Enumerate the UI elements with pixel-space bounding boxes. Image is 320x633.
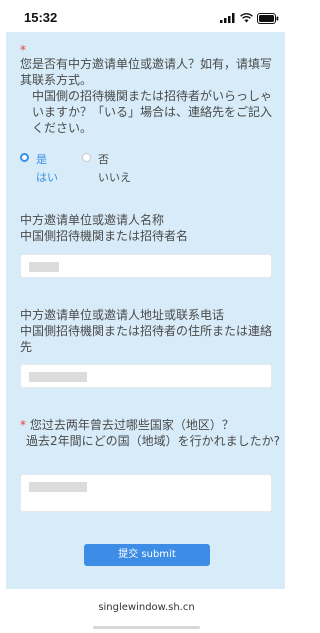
question-countries-zh: 您过去两年曾去过哪些国家（地区）？ <box>29 418 234 432</box>
input-placeholder <box>29 372 87 382</box>
question-invitation-ja: 中国側の招待機関または招待者がいらっしゃいますか？「いる」場合は、連絡先をご記入… <box>32 89 273 135</box>
radio-selected-icon[interactable] <box>20 153 29 162</box>
radio-yes-label-zh: 是 <box>36 153 47 166</box>
radio-unselected-icon[interactable] <box>82 153 91 162</box>
home-indicator <box>93 626 200 629</box>
status-time: 15:32 <box>24 10 58 25</box>
input-placeholder <box>29 262 59 272</box>
browser-bar: singlewindow.sh.cn <box>0 590 293 633</box>
form-panel: * 您是否有中方邀请单位或邀请人？如有，请填写其联系方式。 中国側の招待機関また… <box>6 32 285 589</box>
status-bar: 15:32 <box>0 0 293 34</box>
inviter-contact-input[interactable] <box>20 364 272 388</box>
question-countries-visited: * 您过去两年曾去过哪些国家（地区）？ 過去2年間にどの国（地域）を行かれました… <box>20 417 282 449</box>
question-inviter-name-ja: 中国側招待機関または招待者名 <box>20 229 189 243</box>
question-inviter-name-zh: 中方邀请单位或邀请人名称 <box>20 213 165 227</box>
submit-button[interactable]: 提交 submit <box>84 544 210 566</box>
status-icons <box>220 12 279 24</box>
radio-no-label-zh: 否 <box>98 153 109 166</box>
input-placeholder <box>29 482 87 492</box>
wifi-icon <box>240 13 253 23</box>
question-inviter-contact-zh: 中方邀请单位或邀请人地址或联系电话 <box>20 308 225 322</box>
inviter-name-input[interactable] <box>20 254 272 278</box>
question-inviter-contact-ja: 中国側招待機関または招待者の住所または連絡先 <box>20 324 273 354</box>
question-invitation: * 您是否有中方邀请单位或邀请人？如有，请填写其联系方式。 中国側の招待機関また… <box>20 42 282 136</box>
required-mark: * <box>20 418 26 432</box>
battery-icon <box>257 12 279 24</box>
countries-visited-input[interactable] <box>20 474 272 512</box>
question-countries-ja: 過去2年間にどの国（地域）を行かれましたか? <box>26 434 281 448</box>
radio-yes-label-ja: はい <box>36 171 58 184</box>
signal-icon <box>220 13 235 23</box>
question-inviter-contact: 中方邀请单位或邀请人地址或联系电话 中国側招待機関または招待者の住所または連絡先 <box>20 307 282 355</box>
radio-no-label-ja: いいえ <box>98 171 131 184</box>
url-bar[interactable]: singlewindow.sh.cn <box>0 602 293 613</box>
invitation-radio-group: 是 はい 否 いいえ <box>20 151 282 187</box>
question-inviter-name: 中方邀请单位或邀请人名称 中国側招待機関または招待者名 <box>20 212 282 244</box>
question-invitation-zh: 您是否有中方邀请单位或邀请人？如有，请填写其联系方式。 <box>20 57 273 87</box>
